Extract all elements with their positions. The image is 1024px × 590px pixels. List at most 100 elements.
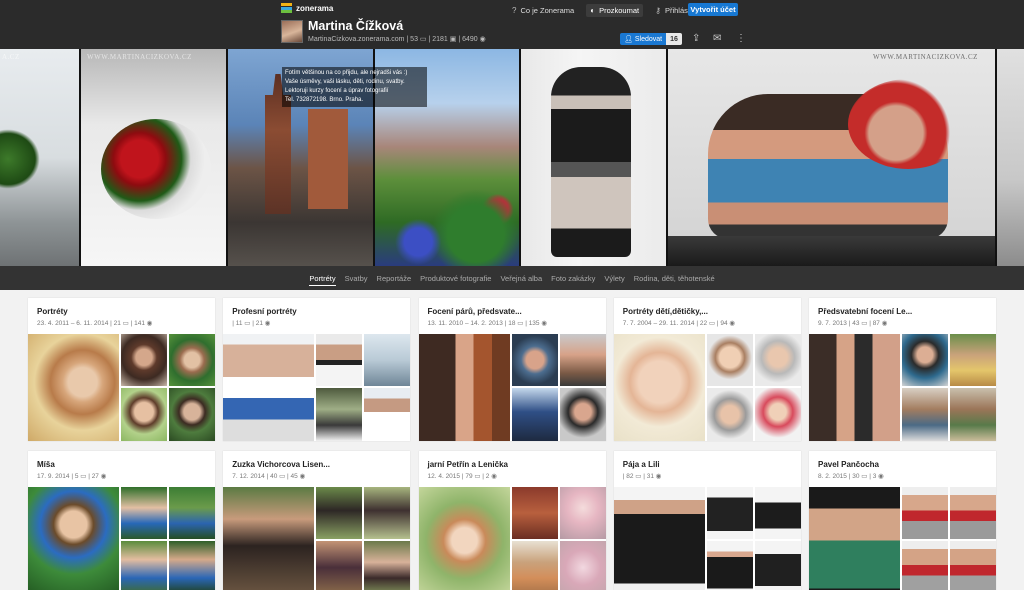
album-thumbnails[interactable] [613,487,801,590]
album-card[interactable]: Předsvatební focení Le... 9. 7. 2013 | 4… [809,298,996,441]
album-thumbnail[interactable] [902,541,948,590]
album-thumbnail[interactable] [121,541,167,590]
album-thumbnail[interactable] [706,388,753,441]
album-thumbnail[interactable] [364,334,411,386]
album-thumbnail[interactable] [28,334,119,441]
cover-photo[interactable] [521,49,666,266]
album-thumbnail[interactable] [706,334,753,386]
album-thumbnail[interactable] [511,487,558,539]
album-card[interactable]: Portréty dětí,dětičky,... 7. 7. 2004 – 2… [613,298,801,441]
album-thumbnails[interactable] [223,334,411,441]
share-icon[interactable]: ⇪ [692,33,700,45]
album-thumbnail[interactable] [364,388,411,441]
avatar[interactable] [281,20,303,43]
cover-photo[interactable]: WWW.MARTINACIZKOVA.CZ [668,49,995,266]
album-thumbnail[interactable] [121,334,167,386]
album-thumbnail[interactable] [418,487,510,590]
cover-photo[interactable] [997,49,1024,266]
album-thumbnail[interactable] [28,487,119,590]
album-title[interactable]: jarní Petřín a Lenička [428,460,508,469]
album-thumbnails[interactable] [418,487,606,590]
album-title[interactable]: Míša [37,460,55,469]
album-thumbnail[interactable] [902,334,948,386]
album-thumbnail[interactable] [754,541,801,590]
tab-rodina[interactable]: Rodina, děti, těhotenské [629,266,719,290]
album-thumbnail[interactable] [809,487,900,590]
album-thumbnails[interactable] [809,334,996,441]
album-thumbnails[interactable] [809,487,996,590]
signup-button[interactable]: Vytvořit účet [688,3,738,16]
album-thumbnail[interactable] [950,487,996,539]
album-card[interactable]: Focení párů, předsvate... 13. 11. 2010 –… [418,298,606,441]
album-thumbnails[interactable] [223,487,411,590]
tab-produktove[interactable]: Produktové fotografie [416,266,496,290]
album-title[interactable]: Profesní portréty [232,307,296,316]
album-thumbnail[interactable] [418,334,510,441]
album-thumbnail[interactable] [706,541,753,590]
album-thumbnails[interactable] [613,334,801,441]
album-thumbnail[interactable] [706,487,753,539]
tab-portrety[interactable]: Portréty [305,266,340,290]
tab-foto-zakazky[interactable]: Foto zakázky [547,266,600,290]
album-card[interactable]: Pája a Lili | 82 ▭ | 31 ◉ [613,451,801,590]
album-title[interactable]: Portréty [37,307,68,316]
album-thumbnail[interactable] [754,388,801,441]
album-thumbnail[interactable] [169,487,215,539]
album-thumbnail[interactable] [316,334,363,386]
album-thumbnail[interactable] [559,334,606,386]
album-thumbnail[interactable] [316,388,363,441]
album-thumbnail[interactable] [364,487,411,539]
album-thumbnail[interactable] [559,487,606,539]
album-thumbnail[interactable] [316,541,363,590]
album-thumbnail[interactable] [316,487,363,539]
album-card[interactable]: Míša 17. 9. 2014 | 5 ▭ | 27 ◉ [28,451,215,590]
album-card[interactable]: Zuzka Vichorcova Lisen... 7. 12. 2014 | … [223,451,411,590]
album-title[interactable]: Focení párů, předsvate... [428,307,522,316]
album-thumbnails[interactable] [28,334,215,441]
album-card[interactable]: jarní Petřín a Lenička 12. 4. 2015 | 79 … [418,451,606,590]
tab-reportaze[interactable]: Reportáže [372,266,416,290]
album-title[interactable]: Zuzka Vichorcova Lisen... [232,460,330,469]
album-thumbnail[interactable] [950,541,996,590]
album-card[interactable]: Pavel Pančocha 8. 2. 2015 | 30 ▭ | 3 ◉ [809,451,996,590]
album-title[interactable]: Předsvatební focení Le... [818,307,912,316]
album-thumbnail[interactable] [902,487,948,539]
album-thumbnail[interactable] [950,388,996,441]
album-thumbnail[interactable] [613,487,705,590]
album-thumbnail[interactable] [754,487,801,539]
more-icon[interactable]: ⋮ [736,33,746,45]
album-thumbnail[interactable] [950,334,996,386]
album-thumbnail[interactable] [511,541,558,590]
album-title[interactable]: Pavel Pančocha [818,460,879,469]
nav-explore[interactable]: ◐ Prozkoumat [586,4,644,17]
album-thumbnails[interactable] [418,334,606,441]
tab-svatby[interactable]: Svatby [340,266,372,290]
follow-button[interactable]: 👤︎ Sledovat [620,33,667,45]
album-thumbnail[interactable] [902,388,948,441]
album-thumbnail[interactable] [121,388,167,441]
zonerama-logo[interactable]: zonerama [281,3,333,13]
album-thumbnail[interactable] [169,541,215,590]
nav-about[interactable]: ? Co je Zonerama [508,4,578,17]
album-card[interactable]: Portréty 23. 4. 2011 – 6. 11. 2014 | 21 … [28,298,215,441]
album-thumbnail[interactable] [223,487,315,590]
album-thumbnails[interactable] [28,487,215,590]
album-card[interactable]: Profesní portréty | 11 ▭ | 21 ◉ [223,298,411,441]
tab-vylety[interactable]: Výlety [600,266,629,290]
album-thumbnail[interactable] [169,388,215,441]
mail-icon[interactable]: ✉ [713,33,721,45]
album-thumbnail[interactable] [169,334,215,386]
album-thumbnail[interactable] [511,388,558,441]
profile-name[interactable]: Martina Čížková [308,19,403,33]
album-title[interactable]: Pája a Lili [623,460,660,469]
album-thumbnail[interactable] [223,334,315,441]
cover-photo[interactable]: WWW.MARTINACIZKOVA.CZ [81,49,226,266]
album-thumbnail[interactable] [511,334,558,386]
album-thumbnail[interactable] [364,541,411,590]
album-thumbnail[interactable] [754,334,801,386]
album-thumbnail[interactable] [559,388,606,441]
tab-verejna-alba[interactable]: Veřejná alba [496,266,547,290]
cover-photo[interactable]: A.CZ [0,49,79,266]
album-thumbnail[interactable] [809,334,900,441]
album-thumbnail[interactable] [559,541,606,590]
